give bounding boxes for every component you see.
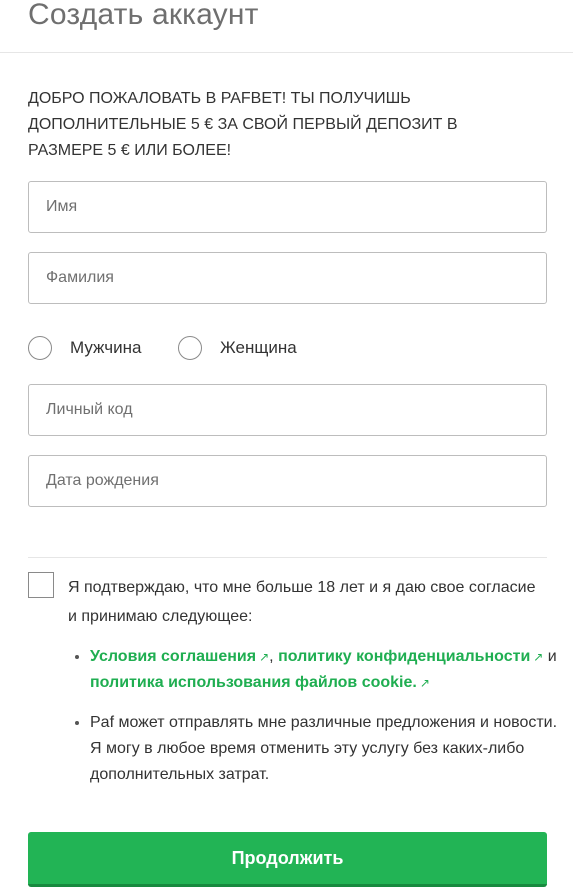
section-divider [28,557,547,558]
gender-female-radio[interactable]: Женщина [178,336,297,360]
personal-code-field[interactable] [28,384,547,436]
continue-button[interactable]: Продолжить [28,832,547,887]
external-link-icon: ↗︎ [533,650,544,664]
list-item: Условия соглашения↗︎, политику конфиденц… [90,644,568,696]
birth-date-input[interactable] [29,456,546,506]
welcome-promo-text: ДОБРО ПОЖАЛОВАТЬ В PAFBET! ТЫ ПОЛУЧИШЬ Д… [28,90,458,159]
page-title: Создать аккаунт [28,0,259,31]
age-consent-text: Я подтверждаю, что мне больше 18 лет и я… [68,579,536,625]
last-name-field[interactable] [28,252,547,304]
gender-male-radio[interactable]: Мужчина [28,336,141,360]
last-name-input[interactable] [29,253,546,303]
cookie-policy-link[interactable]: политика использования файлов cookie. ↗︎ [90,674,430,691]
and-text: и [547,648,557,665]
first-name-field[interactable] [28,181,547,233]
age-consent-checkbox[interactable] [28,572,54,598]
privacy-link-label: политику конфиденциальности [278,648,531,665]
list-item: Paf может отправлять мне различные предл… [90,710,568,788]
offers-consent-text: Paf может отправлять мне различные предл… [90,714,558,783]
gender-female-label: Женщина [220,338,297,357]
external-link-icon: ↗︎ [419,676,430,690]
gender-male-label: Мужчина [70,338,142,357]
consent-terms-list: Условия соглашения↗︎, политику конфиденц… [70,644,568,788]
comma-separator: , [269,648,274,665]
privacy-policy-link[interactable]: политику конфиденциальности ↗︎ [278,648,543,665]
radio-circle[interactable] [28,336,52,360]
radio-circle[interactable] [178,336,202,360]
terms-link-label: Условия соглашения [90,648,257,665]
terms-link[interactable]: Условия соглашения ↗︎ [90,648,269,665]
cookie-link-label: политика использования файлов cookie. [90,674,417,691]
external-link-icon: ↗︎ [259,650,270,664]
personal-code-input[interactable] [29,385,546,435]
first-name-input[interactable] [29,182,546,232]
page-header: Создать аккаунт [0,0,573,53]
birth-date-field[interactable] [28,455,547,507]
